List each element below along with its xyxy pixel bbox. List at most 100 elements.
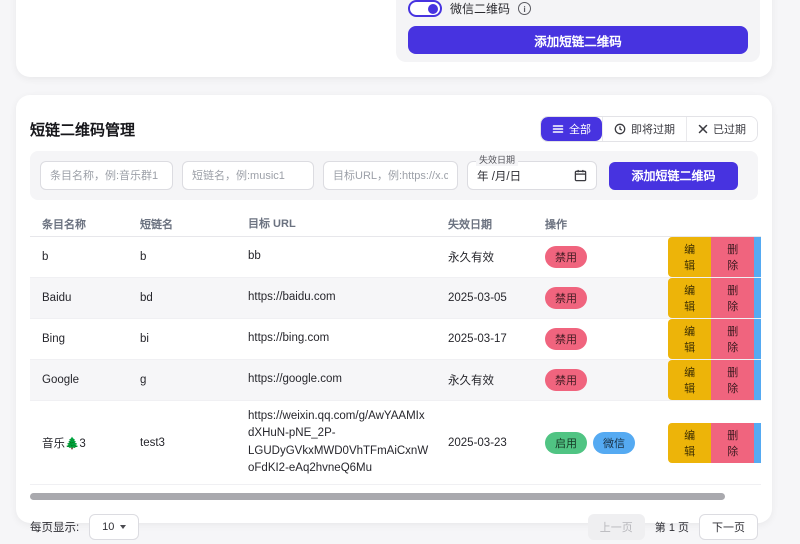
cell-expiry: 2025-03-23 — [448, 437, 545, 449]
delete-button[interactable]: 删除 — [711, 360, 754, 400]
target-url-input[interactable] — [323, 161, 458, 190]
cell-actions: 编辑删除二维码 — [668, 360, 761, 400]
filter-bar: 失效日期 年 /月/日 添加短链二维码 — [30, 151, 758, 200]
cell-actions: 编辑删除二维码 — [668, 319, 761, 359]
wechat-qr-panel: 微信二维码 i 添加短链二维码 — [396, 0, 760, 62]
edit-button[interactable]: 编辑 — [668, 278, 711, 318]
next-page-button[interactable]: 下一页 — [699, 514, 758, 540]
delete-button[interactable]: 删除 — [711, 319, 754, 359]
cell-expiry: 2025-03-05 — [448, 292, 545, 304]
cell-status: 禁用 — [545, 246, 668, 268]
cell-entry-name: Baidu — [42, 292, 140, 304]
short-name-input[interactable] — [182, 161, 314, 190]
delete-button[interactable]: 删除 — [711, 237, 754, 277]
cell-status: 启用微信 — [545, 432, 668, 454]
delete-button[interactable]: 删除 — [711, 423, 754, 463]
cell-expiry: 永久有效 — [448, 249, 545, 265]
edit-button[interactable]: 编辑 — [668, 360, 711, 400]
horizontal-scrollbar-thumb[interactable] — [30, 493, 725, 500]
tab-label: 全部 — [569, 121, 591, 137]
wechat-qr-toggle[interactable] — [408, 0, 442, 17]
per-page-label: 每页显示: — [30, 519, 79, 535]
calendar-icon — [574, 169, 587, 182]
wechat-badge: 微信 — [593, 432, 635, 454]
entry-name-input[interactable] — [40, 161, 173, 190]
cell-expiry: 永久有效 — [448, 372, 545, 388]
status-toggle-badge[interactable]: 禁用 — [545, 246, 587, 268]
status-toggle-badge[interactable]: 禁用 — [545, 369, 587, 391]
edit-button[interactable]: 编辑 — [668, 423, 711, 463]
qrcode-button[interactable]: 二维码 — [754, 237, 761, 277]
table-row: Googleghttps://google.com永久有效禁用 编辑删除二维码 — [30, 360, 761, 401]
wechat-qr-toggle-label: 微信二维码 — [450, 0, 510, 17]
cell-entry-name: Bing — [42, 333, 140, 345]
cell-status: 禁用 — [545, 328, 668, 350]
status-toggle-badge[interactable]: 禁用 — [545, 328, 587, 350]
cell-short-name: bd — [140, 292, 248, 304]
column-header: 目标 URL — [248, 216, 448, 233]
column-header: 操作 — [545, 216, 668, 232]
per-page-value: 10 — [102, 521, 114, 533]
page-indicator: 第 1 页 — [653, 519, 691, 535]
cell-actions: 编辑删除二维码 — [668, 278, 761, 318]
tab-expired[interactable]: 已过期 — [686, 117, 757, 141]
table-row: 音乐🌲3test3https://weixin.qq.com/g/AwYAAMI… — [30, 401, 761, 485]
qrcode-button[interactable]: 二维码 — [754, 423, 761, 463]
cell-status: 禁用 — [545, 287, 668, 309]
cell-short-name: bi — [140, 333, 248, 345]
wechat-qr-card: 微信二维码 i 添加短链二维码 — [16, 0, 772, 77]
list-icon — [552, 123, 564, 135]
cell-target-url: https://bing.com — [248, 323, 448, 354]
add-shortlink-qr-button[interactable]: 添加短链二维码 — [609, 162, 738, 190]
cell-target-url: https://baidu.com — [248, 282, 448, 313]
cell-short-name: test3 — [140, 437, 248, 449]
column-header: 短链名 — [140, 216, 248, 232]
pagination: 上一页 第 1 页 下一页 — [588, 514, 758, 540]
toggle-knob — [428, 4, 438, 14]
status-toggle-badge[interactable]: 禁用 — [545, 287, 587, 309]
cell-target-url: https://weixin.qq.com/g/AwYAAMIxdXHuN-pN… — [248, 401, 448, 484]
tab-label: 即将过期 — [631, 121, 675, 137]
prev-page-button[interactable]: 上一页 — [588, 514, 645, 540]
filter-tabs: 全部 即将过期 已过期 — [540, 116, 758, 142]
cell-target-url: bb — [248, 241, 448, 272]
clock-icon — [614, 123, 626, 135]
expiry-date-field: 失效日期 年 /月/日 — [467, 161, 597, 190]
cell-entry-name: Google — [42, 374, 140, 386]
cell-expiry: 2025-03-17 — [448, 333, 545, 345]
table-row: bbbb永久有效禁用编辑删除二维码 — [30, 237, 761, 278]
tab-all[interactable]: 全部 — [541, 117, 602, 141]
delete-button[interactable]: 删除 — [711, 278, 754, 318]
qrcode-button[interactable]: 二维码 — [754, 360, 761, 400]
shortlink-table: 条目名称短链名目标 URL失效日期操作 bbbb永久有效禁用编辑删除二维码Bai… — [30, 212, 761, 485]
cell-short-name: g — [140, 374, 248, 386]
cell-entry-name: b — [42, 251, 140, 263]
status-toggle-badge[interactable]: 启用 — [545, 432, 587, 454]
table-row: Baidubdhttps://baidu.com2025-03-05禁用 编辑删除… — [30, 278, 761, 319]
page-title: 短链二维码管理 — [30, 119, 135, 140]
qrcode-button[interactable]: 二维码 — [754, 278, 761, 318]
expiry-date-label: 失效日期 — [476, 155, 518, 166]
expiry-date-value: 年 /月/日 — [477, 168, 521, 184]
tab-label: 已过期 — [713, 121, 746, 137]
qrcode-button[interactable]: 二维码 — [754, 319, 761, 359]
cell-target-url: https://google.com — [248, 364, 448, 395]
cell-short-name: b — [140, 251, 248, 263]
cell-actions: 编辑删除二维码 — [668, 423, 761, 463]
chevron-down-icon — [120, 525, 126, 529]
cell-actions: 编辑删除二维码 — [668, 237, 761, 277]
column-header: 失效日期 — [448, 216, 545, 232]
table-row: Bingbihttps://bing.com2025-03-17禁用 编辑删除二维… — [30, 319, 761, 360]
edit-button[interactable]: 编辑 — [668, 237, 711, 277]
add-shortlink-qr-button-top[interactable]: 添加短链二维码 — [408, 26, 748, 54]
table-header-row: 条目名称短链名目标 URL失效日期操作 — [30, 212, 761, 237]
tab-expiring-soon[interactable]: 即将过期 — [602, 117, 686, 141]
per-page-select[interactable]: 10 — [89, 514, 139, 540]
cell-status: 禁用 — [545, 369, 668, 391]
shortlink-manager-card: 短链二维码管理 全部 即将过期 已过期 失效日期 年 /月/日 添加短链二维码 条目… — [16, 95, 772, 523]
x-icon — [698, 124, 708, 134]
info-icon[interactable]: i — [518, 2, 531, 15]
edit-button[interactable]: 编辑 — [668, 319, 711, 359]
horizontal-scrollbar — [30, 493, 761, 500]
column-header: 条目名称 — [42, 216, 140, 232]
